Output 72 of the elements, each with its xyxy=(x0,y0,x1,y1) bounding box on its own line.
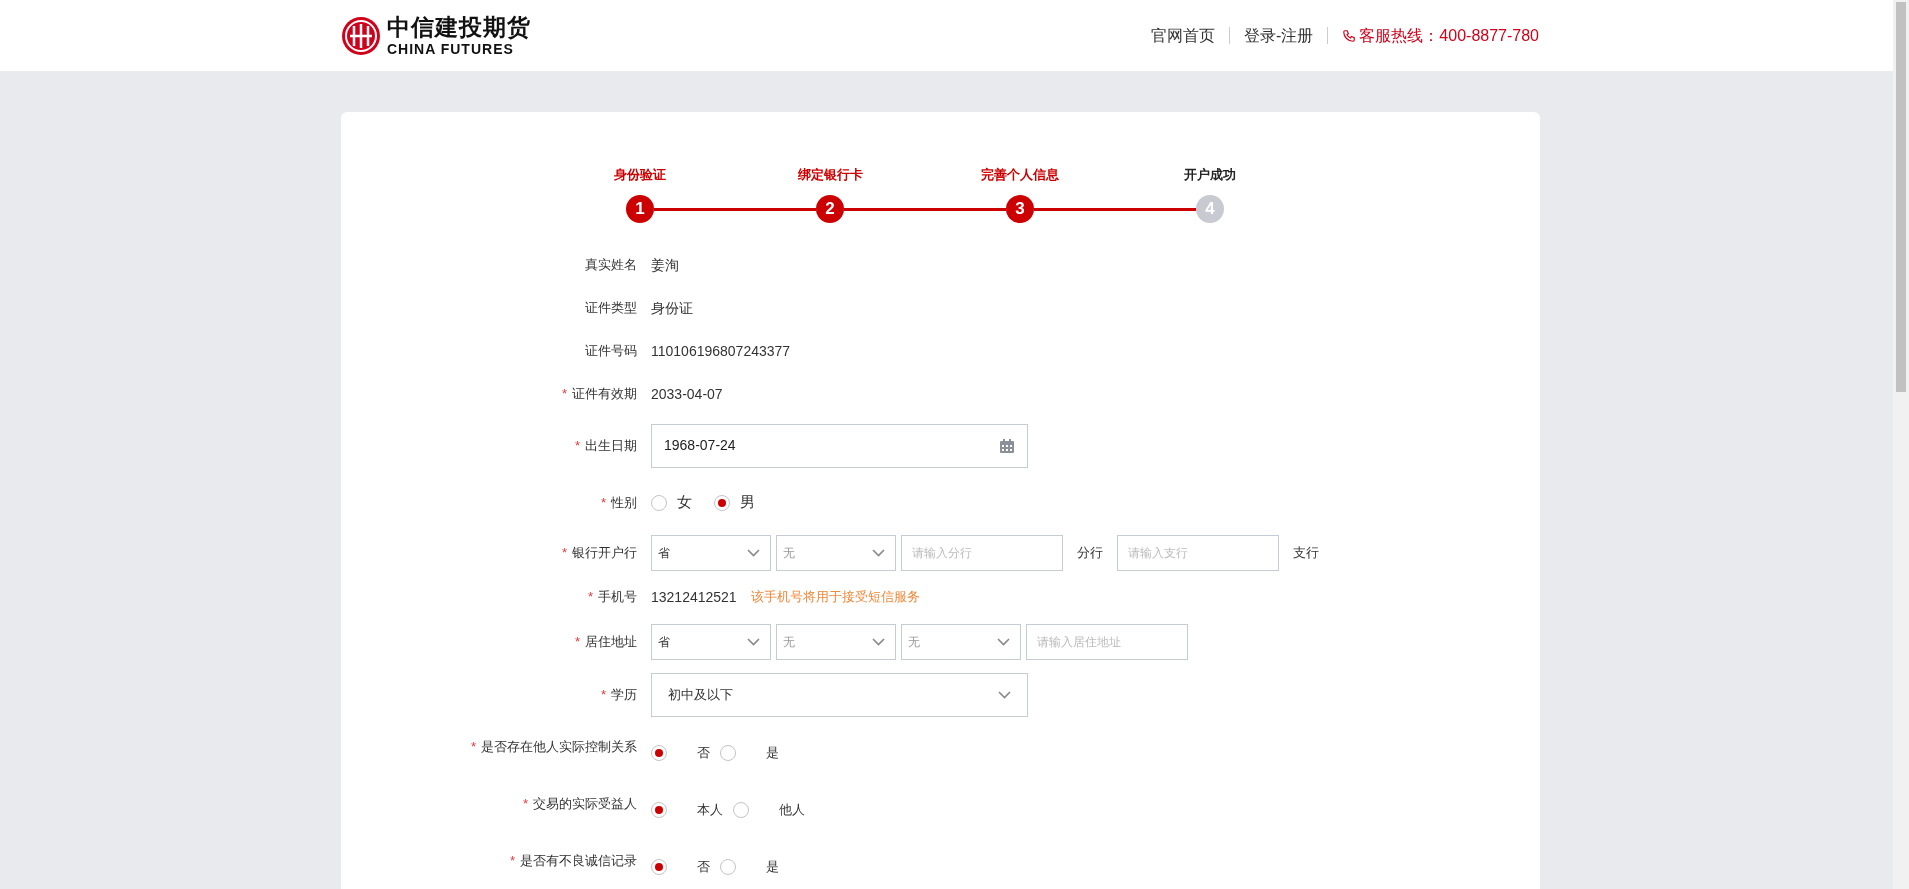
required-asterisk: * xyxy=(470,737,476,756)
chevron-down-icon xyxy=(872,637,885,646)
step-label: 绑定银行卡 xyxy=(797,166,863,184)
option-label: 否 xyxy=(697,744,710,763)
option-label: 他人 xyxy=(779,801,805,820)
field-label: 手机号 xyxy=(598,588,637,607)
field-value: 110106196807243377 xyxy=(651,341,791,361)
required-asterisk: * xyxy=(522,794,528,813)
field-label: 银行开户行 xyxy=(572,543,637,562)
logo-icon xyxy=(341,15,381,56)
option-label: 是 xyxy=(766,744,779,763)
radio-button[interactable] xyxy=(733,802,749,818)
required-asterisk: * xyxy=(574,436,580,455)
field-value: 2033-04-07 xyxy=(651,384,723,404)
step-label: 开户成功 xyxy=(1184,166,1236,184)
field-label: 真实姓名 xyxy=(585,256,637,275)
field-value: 姜洵 xyxy=(651,255,679,275)
chevron-down-icon xyxy=(747,548,760,557)
radio-button[interactable] xyxy=(651,802,667,818)
dropdown[interactable]: 初中及以下 xyxy=(651,672,1028,717)
option-label: 否 xyxy=(697,858,710,877)
hotline-text: 客服热线：400-8877-780 xyxy=(1359,25,1539,46)
chevron-down-icon xyxy=(872,548,885,557)
unit-label: 分行 xyxy=(1077,543,1103,562)
required-asterisk: * xyxy=(600,493,606,512)
field-label: 交易的实际受益人 xyxy=(533,794,637,813)
dropdown[interactable]: 省 xyxy=(651,534,771,571)
required-asterisk: * xyxy=(561,543,567,562)
text-input[interactable]: 请输入支行 xyxy=(1117,534,1279,571)
text-input[interactable]: 请输入分行 xyxy=(901,534,1063,571)
date-field[interactable]: 1968-07-24 xyxy=(651,423,1028,468)
step-label: 完善个人信息 xyxy=(981,166,1059,184)
calendar-icon xyxy=(999,437,1015,454)
radio-button[interactable] xyxy=(651,494,667,511)
option-label: 女 xyxy=(677,492,692,513)
field-label: 证件号码 xyxy=(585,342,637,361)
radio-button[interactable] xyxy=(714,494,730,511)
required-asterisk: * xyxy=(600,685,606,704)
radio-button[interactable] xyxy=(651,859,667,875)
field-label: 是否存在他人实际控制关系 xyxy=(481,737,637,756)
option-label: 是 xyxy=(766,858,779,877)
logo-subtitle: CHINA FUTURES xyxy=(387,41,515,56)
chevron-down-icon xyxy=(747,637,760,646)
dropdown[interactable]: 省 xyxy=(651,623,771,660)
field-value: 13212412521 xyxy=(651,587,737,607)
nav-link[interactable]: 登录-注册 xyxy=(1244,23,1314,48)
field-label: 是否有不良诚信记录 xyxy=(520,851,637,870)
option-label: 本人 xyxy=(697,801,723,820)
logo-name: 中信建投期货 xyxy=(387,15,531,39)
required-asterisk: * xyxy=(561,385,567,404)
required-asterisk: * xyxy=(587,588,593,607)
field-label: 性别 xyxy=(611,493,637,512)
step-label: 身份验证 xyxy=(614,166,666,184)
text-input[interactable]: 请输入居住地址 xyxy=(1026,623,1188,660)
phone-icon xyxy=(1342,28,1357,43)
field-label: 居住地址 xyxy=(585,632,637,651)
hint-text: 该手机号将用于接受短信服务 xyxy=(750,588,920,607)
nav-link[interactable]: 官网首页 xyxy=(1151,23,1216,48)
chevron-down-icon xyxy=(997,637,1010,646)
radio-button[interactable] xyxy=(720,859,736,875)
unit-label: 支行 xyxy=(1293,543,1319,562)
required-asterisk: * xyxy=(509,851,515,870)
radio-button[interactable] xyxy=(651,745,667,761)
field-label: 学历 xyxy=(611,685,637,704)
field-label: 出生日期 xyxy=(585,436,637,455)
chevron-down-icon xyxy=(998,690,1011,699)
radio-button[interactable] xyxy=(720,745,736,761)
required-asterisk: * xyxy=(574,632,580,651)
field-value: 身份证 xyxy=(651,298,693,318)
field-label: 证件类型 xyxy=(585,299,637,318)
option-label: 男 xyxy=(740,492,755,513)
field-label: 证件有效期 xyxy=(572,385,637,404)
